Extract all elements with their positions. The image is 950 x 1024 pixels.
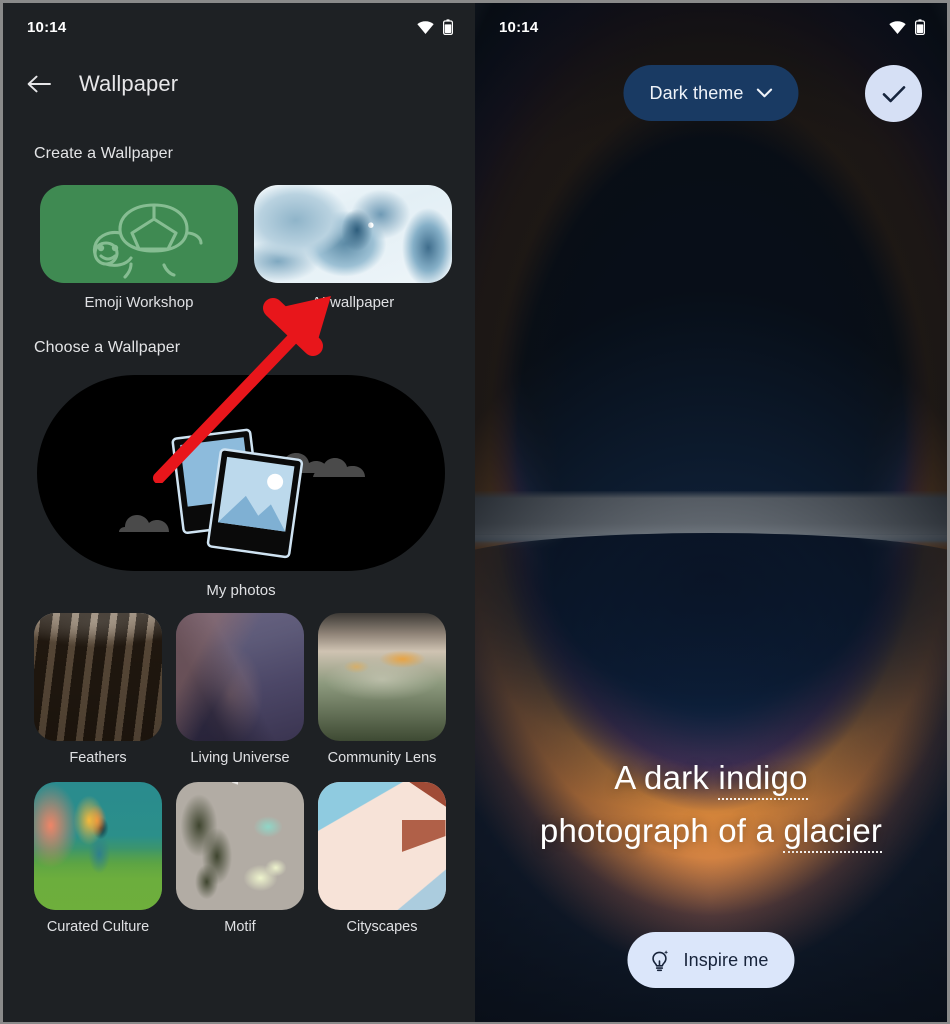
status-bar-icons (417, 19, 453, 35)
check-icon (882, 85, 905, 102)
prompt-static-middle: photograph of a (539, 812, 784, 849)
back-arrow-icon[interactable] (27, 74, 51, 94)
prompt-editable-word-indigo[interactable]: indigo (718, 759, 808, 800)
curated-culture-thumbnail[interactable] (34, 782, 162, 910)
category-item-living-universe[interactable]: Living Universe (176, 613, 304, 766)
feathers-thumbnail[interactable] (34, 613, 162, 741)
page-title: Wallpaper (79, 71, 179, 96)
wifi-icon (889, 20, 906, 34)
wallpaper-vignette (475, 3, 947, 1022)
screenshot-root: 10:14 Wallpaper Create a Wallpaper Emoji… (0, 0, 950, 1024)
ai-wallpaper-label: AI wallpaper (311, 294, 395, 311)
turtle-icon (92, 203, 203, 279)
category-item-curated-culture[interactable]: Curated Culture (34, 782, 162, 935)
photo-stack-icon (119, 428, 365, 559)
wallpaper-category-grid: Feathers Living Universe Community Lens … (3, 599, 475, 935)
prompt-static-before: A dark (614, 759, 719, 796)
create-wallpaper-row: Emoji Workshop AI wallpaper (3, 163, 475, 311)
category-item-community-lens[interactable]: Community Lens (318, 613, 446, 766)
category-item-cityscapes[interactable]: Cityscapes (318, 782, 446, 935)
lightbulb-sparkle-icon (652, 949, 669, 971)
battery-icon (915, 19, 925, 35)
category-item-motif[interactable]: Motif (176, 782, 304, 935)
feathers-label: Feathers (69, 750, 127, 766)
living-universe-label: Living Universe (190, 750, 290, 766)
confirm-wallpaper-button[interactable] (865, 65, 922, 122)
chevron-down-icon (756, 88, 773, 98)
category-item-feathers[interactable]: Feathers (34, 613, 162, 766)
wallpaper-picker-screen: 10:14 Wallpaper Create a Wallpaper Emoji… (3, 3, 475, 1022)
dark-theme-label: Dark theme (649, 82, 744, 103)
ai-wallpaper-tile[interactable] (254, 185, 452, 283)
status-bar: 10:14 (3, 3, 475, 51)
preview-status-bar-time: 10:14 (499, 18, 539, 36)
motif-label: Motif (224, 919, 256, 935)
dark-theme-dropdown[interactable]: Dark theme (623, 65, 799, 121)
preview-status-bar-icons (889, 19, 925, 35)
create-item-ai-wallpaper[interactable]: AI wallpaper (254, 185, 452, 311)
wallpaper-prompt-text[interactable]: A dark indigo photograph of a glacier (475, 751, 947, 857)
emoji-workshop-label: Emoji Workshop (84, 294, 194, 311)
my-photos-section: My photos (3, 357, 475, 599)
living-universe-thumbnail[interactable] (176, 613, 304, 741)
inspire-me-button[interactable]: Inspire me (627, 932, 795, 988)
my-photos-tile[interactable] (37, 375, 445, 571)
community-lens-thumbnail[interactable] (318, 613, 446, 741)
inspire-me-label: Inspire me (683, 949, 769, 970)
cityscapes-thumbnail[interactable] (318, 782, 446, 910)
status-bar-time: 10:14 (27, 18, 67, 36)
choose-section-title: Choose a Wallpaper (34, 339, 181, 356)
emoji-workshop-tile[interactable] (40, 185, 238, 283)
battery-icon (443, 19, 453, 35)
motif-thumbnail[interactable] (176, 782, 304, 910)
ai-wallpaper-preview-screen: 10:14 Dark theme A dark indigo photograp… (475, 3, 947, 1022)
curated-culture-label: Curated Culture (46, 919, 150, 935)
create-item-emoji-workshop[interactable]: Emoji Workshop (40, 185, 238, 311)
app-bar: Wallpaper (3, 51, 475, 117)
cityscapes-label: Cityscapes (346, 919, 418, 935)
my-photos-label: My photos (206, 582, 276, 599)
preview-status-bar: 10:14 (475, 3, 947, 51)
community-lens-label: Community Lens (327, 750, 437, 766)
wifi-icon (417, 20, 434, 34)
create-section-title: Create a Wallpaper (34, 145, 174, 162)
prompt-editable-word-glacier[interactable]: glacier (783, 812, 883, 853)
